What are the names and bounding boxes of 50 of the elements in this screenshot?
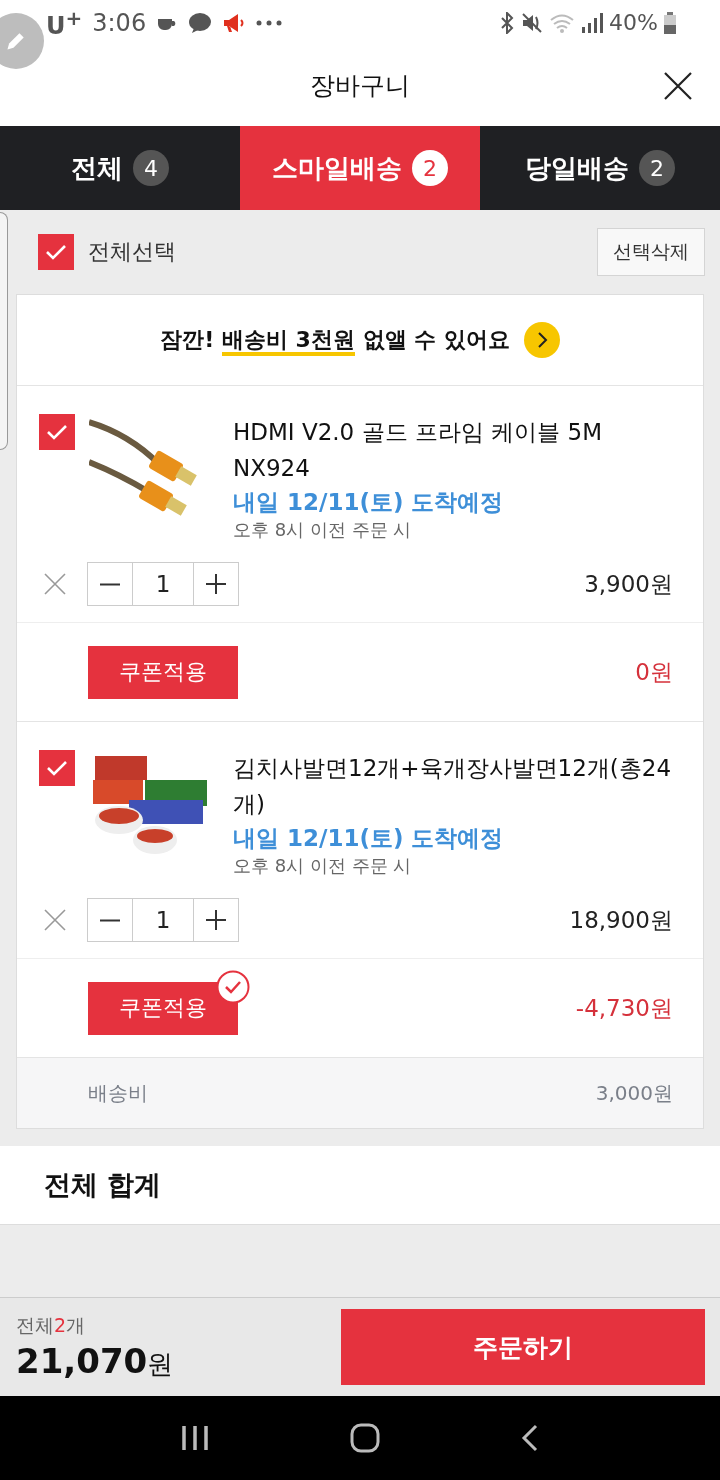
order-button[interactable]: 주문하기	[341, 1309, 705, 1385]
battery-percent: 40%	[609, 10, 658, 35]
coupon-discount: -4,730원	[575, 993, 673, 1023]
edge-panel-handle[interactable]	[0, 212, 8, 450]
home-icon[interactable]	[350, 1423, 380, 1453]
select-all-label: 전체선택	[88, 238, 176, 266]
total-section-title: 전체 합계	[44, 1168, 162, 1202]
check-icon	[45, 244, 67, 260]
remove-icon[interactable]	[43, 572, 67, 596]
delivery-date: 내일 12/11(토) 도착예정	[233, 824, 505, 853]
page-title: 장바구니	[310, 70, 410, 102]
recent-apps-icon[interactable]	[180, 1425, 209, 1451]
delete-selected-button[interactable]: 선택삭제	[597, 228, 705, 276]
back-icon[interactable]	[521, 1424, 540, 1452]
order-cutoff-note: 오후 8시 이전 주문 시	[233, 518, 413, 542]
total-price: 21,070원	[16, 1340, 174, 1382]
delivery-date: 내일 12/11(토) 도착예정	[233, 488, 505, 517]
check-icon	[46, 424, 68, 440]
chevron-right-icon[interactable]	[523, 322, 560, 358]
more-icon	[256, 19, 283, 26]
signal-icon	[581, 11, 604, 34]
minus-icon	[100, 918, 120, 922]
minus-icon	[100, 582, 120, 586]
close-icon[interactable]	[664, 72, 692, 100]
bluetooth-icon	[499, 11, 516, 34]
shipping-fee-value: 3,000원	[595, 1079, 673, 1107]
plus-icon	[206, 910, 226, 930]
checkbox[interactable]	[39, 750, 75, 786]
shipping-promo-text: 잠깐! 배송비 3천원 없앨 수 있어요	[160, 325, 510, 355]
battery-icon	[664, 11, 676, 34]
chat-bubble-icon	[188, 11, 213, 34]
product-name[interactable]: HDMI V2.0 골드 프라임 케이블 5M NX924	[233, 414, 679, 486]
check-icon	[46, 760, 68, 776]
checkbox[interactable]	[39, 414, 75, 450]
plus-icon	[206, 574, 226, 594]
item-count: 전체2개	[16, 1312, 87, 1338]
item-price: 18,900원	[569, 905, 673, 935]
clock-time: 3:06	[92, 8, 147, 37]
coupon-discount: 0원	[635, 657, 673, 687]
item-price: 3,900원	[584, 569, 673, 599]
tab[interactable]: 스마일배송 2	[240, 126, 480, 210]
order-cutoff-note: 오후 8시 이전 주문 시	[233, 854, 413, 878]
shipping-fee-label: 배송비	[88, 1079, 148, 1107]
apply-coupon-button[interactable]: 쿠폰적용	[88, 645, 238, 699]
remove-icon[interactable]	[43, 908, 67, 932]
mute-icon	[521, 11, 544, 34]
product-name[interactable]: 김치사발면12개+육개장사발면12개(총24개)	[233, 750, 679, 822]
carrier-label: U$^{+}$	[46, 5, 83, 40]
apply-coupon-button[interactable]: 쿠폰적용	[88, 981, 238, 1035]
checkbox[interactable]	[38, 234, 74, 270]
